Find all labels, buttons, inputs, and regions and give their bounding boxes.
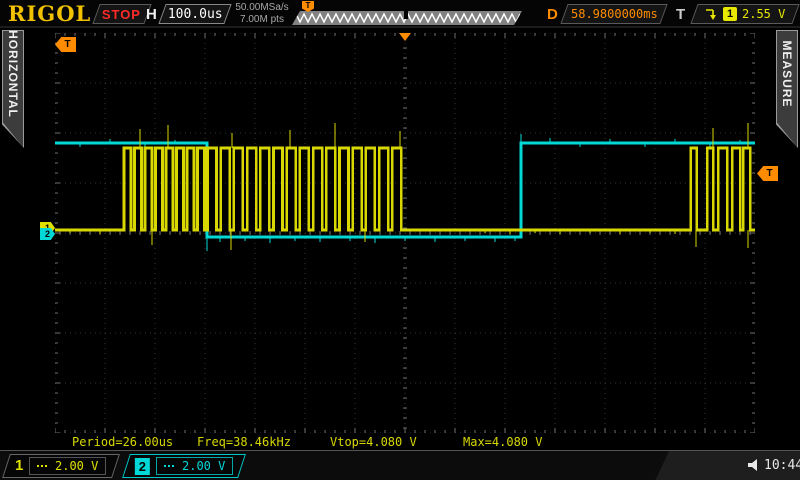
trigger-label: T — [676, 6, 685, 23]
run-state-label: STOP — [102, 7, 141, 22]
ch1-scale-value: 2.00 V — [55, 459, 98, 473]
tab-horizontal-label: HORIZONTAL — [6, 30, 20, 118]
timebase-button[interactable]: 100.0us — [158, 4, 231, 24]
measurement-period: Period=26.00us — [72, 435, 173, 449]
memory-trigger-flag-icon[interactable]: T — [302, 1, 314, 12]
top-status-bar: RIGOL STOP H 100.0us 50.00MSa/s 7.00M pt… — [0, 0, 800, 28]
delay-value: 58.9800000ms — [571, 7, 658, 21]
bottom-status-bar: 1 2.00 V 2 2.00 V 10:44 — [0, 450, 800, 480]
ch2-number: 2 — [135, 458, 150, 475]
memory-window-notch — [404, 11, 408, 19]
ch1-number: 1 — [15, 454, 23, 478]
trigger-settings-button[interactable]: 1 2.55 V — [690, 4, 799, 24]
delay-button[interactable]: 58.9800000ms — [560, 4, 667, 24]
ch2-scale-value: 2.00 V — [182, 459, 225, 473]
oscilloscope-screen: RIGOL STOP H 100.0us 50.00MSa/s 7.00M pt… — [0, 0, 800, 480]
acquisition-info: 50.00MSa/s 7.00M pts — [230, 2, 294, 26]
timebase-value: 100.0us — [168, 7, 223, 22]
speaker-icon — [748, 459, 760, 471]
rigol-logo: RIGOL — [8, 1, 91, 26]
trigger-source-badge: 1 — [723, 7, 737, 21]
run-state-button[interactable]: STOP — [92, 4, 151, 24]
sample-rate: 50.00MSa/s — [230, 2, 294, 14]
memory-depth: 7.00M pts — [230, 14, 294, 26]
ch2-dc-coupling-icon — [164, 465, 176, 467]
ch1-dc-coupling-icon — [37, 465, 49, 467]
trigger-level-value: 2.55 V — [742, 7, 785, 21]
channel-2-button[interactable]: 2 2.00 V — [122, 454, 246, 478]
delay-label: D — [547, 6, 558, 23]
trigger-time-marker-icon[interactable] — [399, 33, 411, 41]
memory-position-bar[interactable] — [292, 11, 522, 25]
horizontal-label: H — [146, 6, 157, 23]
tab-horizontal-menu[interactable]: HORIZONTAL — [2, 30, 24, 148]
measurement-vtop: Vtop=4.080 V — [330, 435, 417, 449]
measurement-max: Max=4.080 V — [463, 435, 542, 449]
clock: 10:44 — [764, 458, 800, 473]
falling-edge-icon — [705, 7, 718, 21]
channel-1-button[interactable]: 1 2.00 V — [2, 454, 120, 478]
tab-measure-menu[interactable]: MEASURE — [776, 30, 798, 148]
tab-measure-label: MEASURE — [780, 40, 794, 107]
waveform-display — [55, 33, 755, 433]
measurement-freq: Freq=38.46kHz — [197, 435, 291, 449]
trigger-level-marker[interactable]: T — [757, 166, 778, 181]
